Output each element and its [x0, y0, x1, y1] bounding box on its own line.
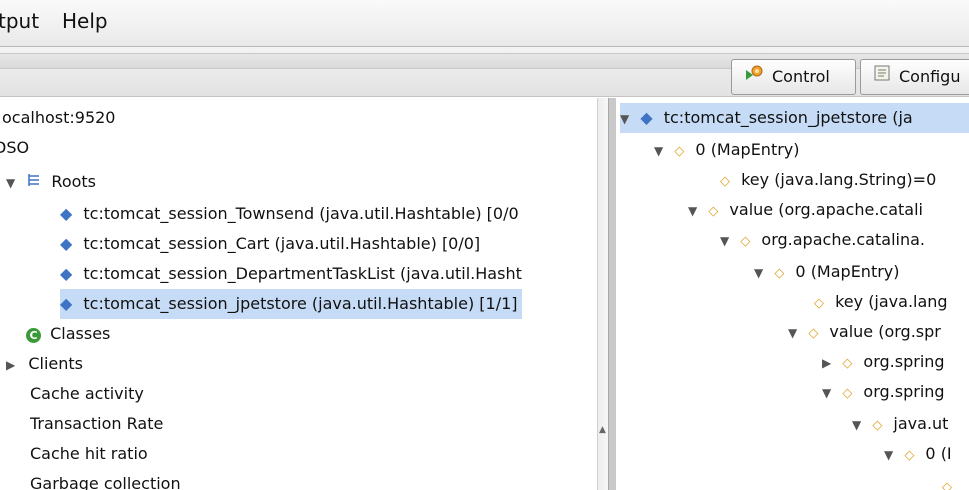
object-root-label: tc:tomcat_session_jpetstore (ja — [663, 108, 913, 127]
menu-output[interactable]: tput — [0, 9, 39, 33]
tree-node-label: java.ut — [893, 414, 949, 433]
tree-node[interactable]: ▶ ◇ org.spring — [822, 347, 945, 377]
field-icon: ◇ — [774, 266, 785, 281]
root-item-selected[interactable]: ◆ tc:tomcat_session_jpetstore (java.util… — [60, 289, 522, 319]
tree-node-label: key (java.lang — [835, 292, 948, 311]
field-icon: ◇ — [674, 144, 685, 159]
roots-icon — [26, 168, 42, 198]
scroll-up-icon[interactable]: ▲ — [599, 425, 606, 435]
expanded-triangle-icon[interactable]: ▼ — [720, 234, 729, 248]
configure-icon — [873, 61, 891, 93]
tree-node[interactable]: ▼ ◇ java.ut — [852, 409, 948, 439]
control-icon — [744, 61, 764, 93]
clients-label: Clients — [28, 354, 83, 373]
tree-node-label: org.apache.catalina. — [761, 230, 925, 249]
right-tree-pane: ▼ ◆ tc:tomcat_session_jpetstore (ja ▼ ◇ … — [616, 98, 969, 490]
toolbar: Control Configu — [0, 47, 969, 97]
tree-node[interactable]: ▼ ◇ 0 (I — [884, 439, 952, 469]
expanded-triangle-icon[interactable]: ▼ — [852, 418, 861, 432]
configure-button[interactable]: Configu — [860, 59, 969, 95]
menu-help[interactable]: Help — [62, 9, 108, 33]
menu-bar: tput Help — [0, 0, 969, 47]
left-tree-pane: ocalhost:9520 DSO ▼ Roots ◆ tc:tomcat_se… — [0, 98, 608, 490]
roots-node[interactable]: ▼ Roots — [6, 167, 96, 197]
field-icon: ◇ — [842, 386, 853, 401]
clients-node[interactable]: ▶ Clients — [6, 349, 83, 379]
collapsed-triangle-icon[interactable]: ▶ — [822, 356, 831, 370]
roots-label: Roots — [51, 172, 97, 191]
control-label: Control — [772, 67, 830, 86]
tree-node-label: value (org.apache.catali — [729, 200, 923, 219]
expanded-triangle-icon[interactable]: ▼ — [620, 112, 629, 126]
root-item[interactable]: ◆ tc:tomcat_session_Townsend (java.util.… — [60, 199, 519, 229]
expanded-triangle-icon[interactable]: ▼ — [884, 448, 893, 462]
stat-item[interactable]: Cache hit ratio — [30, 439, 148, 469]
field-icon: ◇ — [708, 204, 719, 219]
root-item-label: tc:tomcat_session_jpetstore (java.util.H… — [83, 294, 518, 313]
expanded-triangle-icon[interactable]: ▼ — [6, 176, 15, 190]
diamond-icon: ◆ — [60, 234, 73, 253]
field-icon: ◇ — [814, 296, 824, 311]
tree-node-label: value (org.spr — [829, 322, 941, 341]
tree-node[interactable]: ▼ ◇ 0 (MapEntry) — [754, 257, 900, 287]
expanded-triangle-icon[interactable]: ▼ — [822, 386, 831, 400]
field-icon: ◇ — [842, 356, 853, 371]
field-icon: ◇ — [808, 326, 819, 341]
tree-node-partial[interactable]: ◇ — [942, 471, 952, 490]
root-item[interactable]: ◆ tc:tomcat_session_DepartmentTaskList (… — [60, 259, 522, 289]
root-item-label: tc:tomcat_session_DepartmentTaskList (ja… — [83, 264, 522, 283]
tree-node[interactable]: ▼ ◇ value (org.apache.catali — [688, 195, 923, 225]
collapsed-triangle-icon[interactable]: ▶ — [6, 358, 15, 372]
root-item-label: tc:tomcat_session_Cart (java.util.Hashta… — [83, 234, 481, 253]
stat-item[interactable]: Garbage collection — [30, 469, 181, 490]
classes-icon: C — [26, 328, 41, 343]
field-icon: ◇ — [904, 448, 915, 463]
tree-node[interactable]: ▼ ◇ value (org.spr — [788, 317, 941, 347]
dso-node[interactable]: DSO — [0, 133, 29, 163]
tree-node-label: 0 (I — [925, 444, 952, 463]
tree-node-label: 0 (MapEntry) — [795, 262, 900, 281]
tree-node[interactable]: ▼ ◇ 0 (MapEntry) — [654, 135, 800, 165]
control-button[interactable]: Control — [731, 59, 856, 95]
server-node[interactable]: ocalhost:9520 — [2, 103, 115, 133]
classes-label: Classes — [50, 324, 111, 343]
field-icon: ◇ — [872, 418, 883, 433]
expanded-triangle-icon[interactable]: ▼ — [654, 144, 663, 158]
field-icon: ◇ — [720, 174, 730, 189]
object-root-node[interactable]: ▼ ◆ tc:tomcat_session_jpetstore (ja — [620, 103, 969, 133]
classes-node[interactable]: C Classes — [26, 319, 110, 349]
tree-node-label: 0 (MapEntry) — [695, 140, 800, 159]
diamond-icon: ◆ — [640, 108, 653, 127]
expanded-triangle-icon[interactable]: ▼ — [688, 204, 697, 218]
root-item[interactable]: ◆ tc:tomcat_session_Cart (java.util.Hash… — [60, 229, 480, 259]
diamond-icon: ◆ — [60, 264, 73, 283]
field-icon: ◇ — [740, 234, 751, 249]
diamond-icon: ◆ — [60, 204, 73, 223]
root-item-label: tc:tomcat_session_Townsend (java.util.Ha… — [83, 204, 519, 223]
tree-node[interactable]: ▼ ◇ org.spring — [822, 377, 945, 407]
field-icon: ◇ — [942, 480, 952, 490]
diamond-icon: ◆ — [60, 294, 73, 313]
expanded-triangle-icon[interactable]: ▼ — [754, 266, 763, 280]
tree-node[interactable]: ◇ key (java.lang — [814, 287, 948, 317]
tree-node-label: org.spring — [863, 352, 945, 371]
expanded-triangle-icon[interactable]: ▼ — [788, 326, 797, 340]
tree-node-label: org.spring — [863, 382, 945, 401]
stat-item[interactable]: Cache activity — [30, 379, 144, 409]
tree-node[interactable]: ▼ ◇ org.apache.catalina. — [720, 225, 925, 255]
tree-node-label: key (java.lang.String)=0 — [741, 170, 937, 189]
configure-label: Configu — [899, 67, 961, 86]
tree-node[interactable]: ◇ key (java.lang.String)=0 — [720, 165, 936, 195]
stat-item[interactable]: Transaction Rate — [30, 409, 163, 439]
